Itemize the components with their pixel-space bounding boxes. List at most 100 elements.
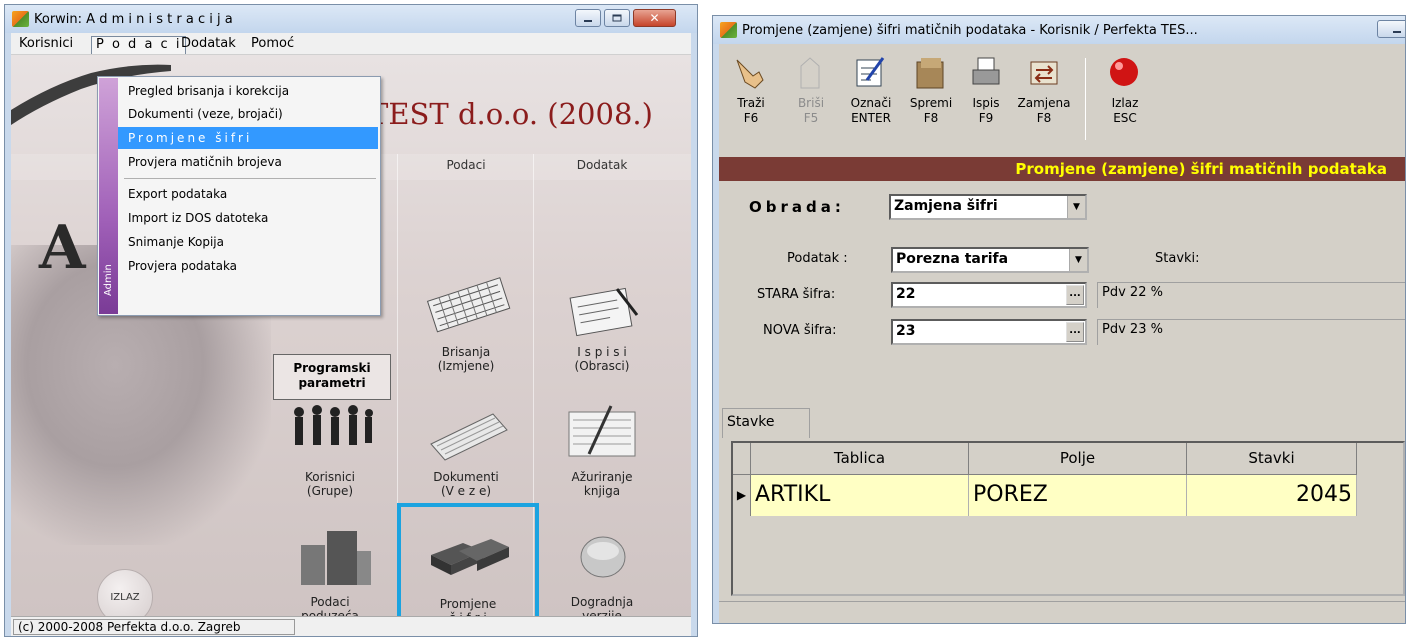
programski-parametri-button[interactable]: Programski parametri <box>273 354 391 400</box>
admin-window: Korwin: A d m i n i s t r a c i j a ✕ Ko… <box>4 4 698 637</box>
row-pointer-icon: ▶ <box>733 475 751 516</box>
cell-tablica[interactable]: ARTIKL <box>751 475 969 516</box>
podatak-select[interactable]: Porezna tarifa ▼ <box>891 247 1089 273</box>
stara-sifra-description: Pdv 22 % <box>1097 282 1405 308</box>
ispis-label: Ispis F9 <box>972 96 1000 125</box>
tile-azuriranje[interactable]: Ažuriranje knjiga <box>537 400 667 520</box>
menu-dodatak[interactable]: Dodatak <box>177 36 240 54</box>
company-name: TEST d.o.o. (2008.) <box>369 97 653 131</box>
trazi-button[interactable]: Traži F6 <box>721 48 781 148</box>
menu-item-provjera-podataka[interactable]: Provjera podataka <box>118 255 378 277</box>
menu-pomoc[interactable]: Pomoć <box>247 36 298 54</box>
stara-sifra-input[interactable]: 22 ... <box>891 282 1087 308</box>
menu-item-promjene-sifri[interactable]: Promjene šifri <box>118 127 378 149</box>
oznaci-button[interactable]: Označi ENTER <box>841 48 901 148</box>
izlaz-button[interactable]: Izlaz ESC <box>1095 48 1155 148</box>
tile-brisanja-label: Brisanja (Izmjene) <box>437 345 495 373</box>
tile-ispisi[interactable]: I s p i s i (Obrasci) <box>537 275 667 395</box>
grid-header-stavki[interactable]: Stavki <box>1187 443 1357 475</box>
edit-mark-icon <box>856 57 885 87</box>
nova-sifra-value: 23 <box>896 323 916 339</box>
stara-sifra-value: 22 <box>896 286 916 302</box>
printer-icon <box>972 57 1000 85</box>
keyboard-icon <box>426 277 511 333</box>
menu-item-export[interactable]: Export podataka <box>118 183 378 205</box>
title-bar[interactable]: Korwin: A d m i n i s t r a c i j a ✕ <box>5 5 697 33</box>
stavki-label: Stavki: <box>1155 251 1200 266</box>
column-header-podaci: Podaci <box>446 158 486 172</box>
nova-sifra-input[interactable]: 23 ... <box>891 319 1087 345</box>
tile-brisanja[interactable]: Brisanja (Izmjene) <box>401 275 531 395</box>
menu-item-dokumenti[interactable]: Dokumenti (veze, brojači) <box>118 103 378 125</box>
lookup-ellipsis-icon[interactable]: ... <box>1066 322 1084 342</box>
status-bar <box>719 601 1405 623</box>
close-button[interactable]: ✕ <box>633 9 676 27</box>
tile-azuriranje-label: Ažuriranje knjiga <box>571 470 633 498</box>
cell-stavki[interactable]: 2045 <box>1187 475 1357 516</box>
tab-strip: Stavke <box>719 402 1405 438</box>
ledger-update-icon <box>568 405 636 457</box>
grid-header-tablica[interactable]: Tablica <box>751 443 969 475</box>
korwin-app-icon <box>12 11 29 27</box>
korwin-app-icon <box>720 22 737 38</box>
menu-item-pregled-brisanja[interactable]: Pregled brisanja i korekcija <box>118 80 378 102</box>
minimize-icon <box>584 20 592 22</box>
ispis-button[interactable]: Ispis F9 <box>961 48 1011 148</box>
obrada-value: Zamjena šifri <box>894 198 998 214</box>
tile-dokumenti[interactable]: Dokumenti (V e z e) <box>401 400 531 520</box>
save-folders-icon <box>916 58 944 89</box>
podatak-label: Podatak : <box>787 251 848 266</box>
menu-item-import[interactable]: Import iz DOS datoteka <box>118 207 378 229</box>
status-bar: (c) 2000-2008 Perfekta d.o.o. Zagreb <box>11 616 691 636</box>
logo-letter: A <box>39 213 86 283</box>
obrada-select[interactable]: Zamjena šifri ▼ <box>889 194 1087 220</box>
close-icon: ✕ <box>649 11 660 25</box>
podatak-value: Porezna tarifa <box>896 251 1009 267</box>
tab-stavke[interactable]: Stavke <box>722 408 810 438</box>
tile-korisnici-label: Korisnici (Grupe) <box>304 470 355 498</box>
upgrade-disk-icon <box>580 536 626 578</box>
menu-podaci[interactable]: P o d a c i <box>91 36 187 54</box>
izlaz-label: Izlaz ESC <box>1111 96 1139 125</box>
chevron-down-icon[interactable]: ▼ <box>1067 196 1085 218</box>
toolbar-separator <box>1085 58 1086 140</box>
brisi-button[interactable]: Briši F5 <box>781 48 841 148</box>
swap-icon <box>1030 61 1058 85</box>
stara-sifra-label: STARA šifra: <box>757 287 836 302</box>
menu-item-snimanje-kopija[interactable]: Snimanje Kopija <box>118 231 378 253</box>
minimize-button[interactable] <box>575 9 601 27</box>
spremi-button[interactable]: Spremi F8 <box>901 48 961 148</box>
grid-header-polje[interactable]: Polje <box>969 443 1187 475</box>
tile-dokumenti-label: Dokumenti (V e z e) <box>433 470 499 498</box>
cell-polje[interactable]: POREZ <box>969 475 1187 516</box>
chevron-down-icon[interactable]: ▼ <box>1069 249 1087 271</box>
maximize-icon <box>612 14 622 22</box>
table-row[interactable]: ▶ ARTIKL POREZ 2045 <box>733 475 1403 516</box>
lookup-ellipsis-icon[interactable]: ... <box>1066 285 1084 305</box>
stavke-grid: Tablica Polje Stavki ▶ ARTIKL POREZ 2045 <box>731 441 1405 596</box>
podaci-dropdown-menu: Admin Pregled brisanja i korekcija Dokum… <box>97 76 381 316</box>
column-header-dodatak: Dodatak <box>576 158 628 172</box>
minimize-button[interactable] <box>1377 20 1405 38</box>
exit-red-ball-icon <box>1110 58 1138 86</box>
oznaci-label: Označi ENTER <box>850 96 892 125</box>
pointing-hand-icon <box>736 59 764 89</box>
promjene-sifri-window: Promjene (zamjene) šifri matičnih podata… <box>712 15 1406 624</box>
copyright-text: (c) 2000-2008 Perfekta d.o.o. Zagreb <box>13 619 295 635</box>
minimize-icon <box>1393 31 1401 33</box>
promjene-client-area: Traži F6 Briši F5 Označi ENTER Spremi F8… <box>719 44 1405 623</box>
toolbar: Traži F6 Briši F5 Označi ENTER Spremi F8… <box>719 44 1405 154</box>
zamjena-label: Zamjena F8 <box>1017 96 1071 125</box>
zamjena-button[interactable]: Zamjena F8 <box>1011 48 1077 148</box>
print-forms-icon <box>569 287 639 337</box>
title-bar[interactable]: Promjene (zamjene) šifri matičnih podata… <box>713 16 1405 44</box>
trazi-label: Traži F6 <box>737 96 765 125</box>
brisi-label: Briši F5 <box>797 96 825 125</box>
form-title: Promjene (zamjene) šifri matičnih podata… <box>719 157 1405 181</box>
menu-bar: Korisnici P o d a c i Dodatak Pomoć <box>11 33 691 55</box>
menu-side-label: Admin <box>103 264 114 296</box>
tile-korisnici[interactable]: Korisnici (Grupe) <box>265 400 395 520</box>
maximize-button[interactable] <box>604 9 630 27</box>
menu-korisnici[interactable]: Korisnici <box>15 36 77 54</box>
menu-item-provjera-maticnih[interactable]: Provjera matičnih brojeva <box>118 151 378 173</box>
